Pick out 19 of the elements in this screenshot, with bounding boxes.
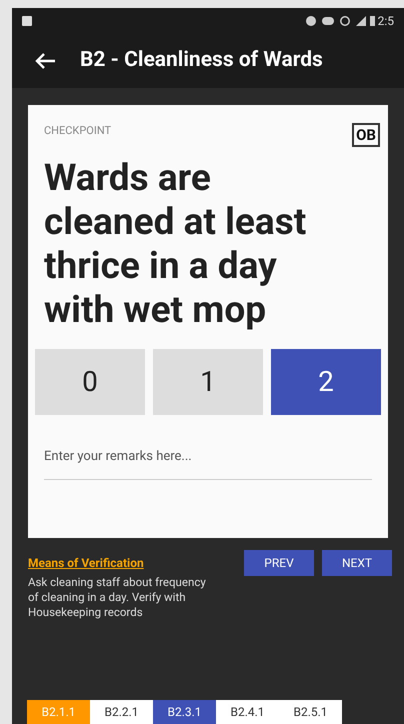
signal-icon — [356, 16, 366, 26]
back-icon[interactable] — [34, 52, 56, 70]
badge: OB — [352, 123, 380, 147]
checkpoint-label: CHECKPOINT — [44, 123, 112, 139]
checkpoint-question: Wards are cleaned at least thrice in a day with wet mop — [44, 157, 308, 333]
section-tab[interactable]: B2.4.1 — [216, 700, 279, 724]
screen-title: B2 - Cleanliness of Wards — [80, 47, 323, 74]
score-button[interactable]: 0 — [35, 349, 145, 415]
verification-title: Means of Verification — [28, 556, 144, 570]
score-button[interactable]: 2 — [271, 349, 381, 415]
section-tab[interactable]: B2.3.1 — [153, 700, 216, 724]
remarks-field[interactable]: Enter your remarks here... — [44, 447, 372, 466]
verification-text: Ask cleaning staff about frequency of cleaning in a day. Verify with Housekeeping records — [28, 575, 207, 620]
section-tab[interactable]: B2.5.1 — [279, 700, 342, 724]
nav-button[interactable]: NEXT — [322, 550, 392, 576]
section-tab[interactable]: B2.2.1 — [90, 700, 153, 724]
score-button[interactable]: 1 — [153, 349, 263, 415]
status-time: 2:5 — [378, 13, 394, 30]
nav-button[interactable]: PREV — [244, 550, 314, 576]
